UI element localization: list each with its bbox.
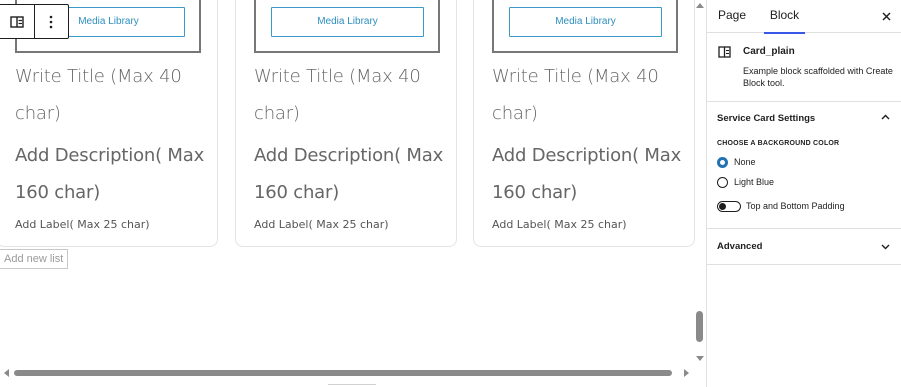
add-new-list-button[interactable]: Add new list bbox=[0, 249, 69, 269]
block-icon bbox=[718, 46, 731, 58]
scroll-right-arrow-icon[interactable] bbox=[684, 369, 689, 377]
service-card[interactable]: Media Library Write Title (Max 40 char) … bbox=[235, 0, 457, 247]
horizontal-scroll-thumb[interactable] bbox=[14, 370, 672, 376]
panel-title: Service Card Settings bbox=[717, 113, 816, 124]
card-title-placeholder[interactable]: Write Title (Max 40 char) bbox=[254, 58, 450, 132]
padding-toggle-row[interactable]: Top and Bottom Padding bbox=[717, 199, 845, 213]
background-color-caption: CHOOSE A BACKGROUND COLOR bbox=[717, 140, 840, 147]
block-card-title: Card_plain bbox=[743, 46, 795, 57]
sidebar-tabs: Page Block bbox=[707, 0, 901, 34]
editor-canvas: Media Library Write Title (Max 40 char) … bbox=[0, 0, 706, 387]
tab-page[interactable]: Page bbox=[718, 0, 746, 33]
panel-advanced-header[interactable]: Advanced bbox=[706, 229, 901, 263]
block-options-button[interactable] bbox=[34, 5, 68, 38]
vertical-scrollbar[interactable] bbox=[693, 0, 706, 371]
media-placeholder: Media Library bbox=[254, 0, 440, 53]
sidebar-divider bbox=[706, 264, 901, 265]
close-icon bbox=[882, 12, 890, 20]
toggle-label: Top and Bottom Padding bbox=[746, 201, 845, 211]
card-label-placeholder[interactable]: Add Label( Max 25 char) bbox=[492, 218, 627, 231]
scroll-up-arrow-icon[interactable] bbox=[696, 3, 704, 8]
block-type-icon bbox=[10, 15, 24, 28]
tab-block[interactable]: Block bbox=[764, 0, 805, 34]
card-description-placeholder[interactable]: Add Description( Max 160 char) bbox=[254, 137, 450, 211]
radio-button[interactable] bbox=[717, 176, 728, 188]
card-description-placeholder[interactable]: Add Description( Max 160 char) bbox=[492, 137, 688, 211]
more-vertical-icon bbox=[49, 15, 53, 28]
toggle-knob bbox=[719, 202, 726, 210]
block-card-description: Example block scaffolded with Create Blo… bbox=[743, 66, 893, 88]
radio-label: Light Blue bbox=[734, 177, 775, 187]
vertical-scroll-thumb[interactable] bbox=[696, 311, 703, 342]
media-placeholder: Media Library bbox=[492, 0, 678, 53]
service-card[interactable]: Media Library Write Title (Max 40 char) … bbox=[473, 0, 695, 247]
panel-service-card-settings-header[interactable]: Service Card Settings bbox=[706, 102, 901, 134]
card-description-placeholder[interactable]: Add Description( Max 160 char) bbox=[15, 137, 211, 211]
block-type-button[interactable] bbox=[0, 5, 34, 38]
card-title-placeholder[interactable]: Write Title (Max 40 char) bbox=[15, 58, 211, 132]
chevron-up-icon bbox=[881, 114, 890, 120]
card-title-placeholder[interactable]: Write Title (Max 40 char) bbox=[492, 58, 688, 132]
scroll-down-arrow-icon[interactable] bbox=[696, 356, 704, 361]
panel-title: Advanced bbox=[717, 241, 763, 252]
close-sidebar-button[interactable] bbox=[878, 8, 894, 24]
padding-toggle[interactable] bbox=[717, 200, 741, 212]
chevron-down-icon bbox=[881, 244, 890, 250]
radio-none[interactable]: None bbox=[717, 155, 877, 169]
media-library-button[interactable]: Media Library bbox=[271, 7, 424, 37]
card-label-placeholder[interactable]: Add Label( Max 25 char) bbox=[254, 218, 389, 231]
card-label-placeholder[interactable]: Add Label( Max 25 char) bbox=[15, 218, 150, 231]
radio-label: None bbox=[734, 157, 756, 167]
block-toolbar bbox=[0, 4, 69, 39]
media-library-button[interactable]: Media Library bbox=[509, 7, 662, 37]
horizontal-scrollbar[interactable] bbox=[0, 367, 706, 379]
settings-sidebar: Page Block bbox=[706, 0, 901, 387]
radio-light-blue[interactable]: Light Blue bbox=[717, 175, 877, 189]
radio-button[interactable] bbox=[717, 156, 728, 168]
scroll-left-arrow-icon[interactable] bbox=[4, 369, 9, 377]
